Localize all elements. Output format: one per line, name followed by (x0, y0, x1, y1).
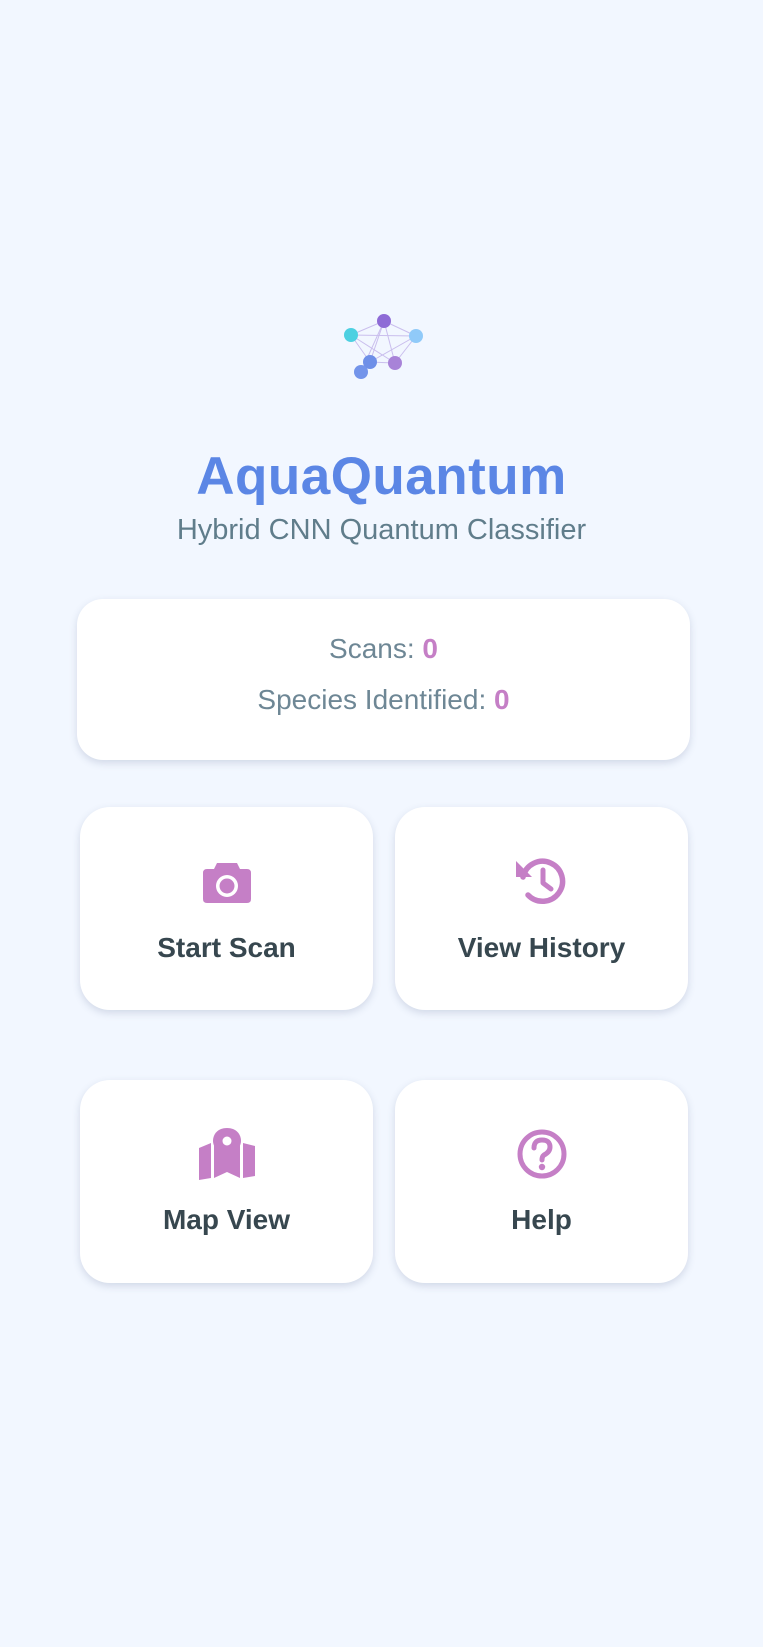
start-scan-button[interactable]: Start Scan (80, 807, 373, 1010)
app-subtitle: Hybrid CNN Quantum Classifier (176, 514, 587, 546)
scans-label: Scans: (329, 633, 415, 664)
map-view-button[interactable]: Map View (80, 1080, 373, 1283)
scans-stat: Scans: 0 (77, 633, 690, 665)
help-button[interactable]: Help (395, 1080, 688, 1283)
history-icon (516, 858, 566, 904)
view-history-button[interactable]: View History (395, 807, 688, 1010)
app-title: AquaQuantum (196, 447, 567, 506)
species-count: 0 (494, 684, 510, 715)
camera-icon (203, 863, 251, 903)
scans-count: 0 (422, 633, 438, 664)
help-label: Help (511, 1204, 572, 1235)
network-nodes-icon (344, 314, 423, 379)
species-label: Species Identified: (257, 684, 487, 715)
start-scan-label: Start Scan (157, 932, 296, 963)
view-history-label: View History (457, 932, 626, 963)
home-screen: AquaQuantum Hybrid CNN Quantum Classifie… (0, 0, 763, 1647)
stats-card: Scans: 0 Species Identified: 0 (77, 599, 690, 760)
species-stat: Species Identified: 0 (77, 684, 690, 716)
map-view-label: Map View (162, 1204, 291, 1235)
map-marker-icon (199, 1128, 255, 1180)
help-circle-icon (517, 1129, 567, 1179)
